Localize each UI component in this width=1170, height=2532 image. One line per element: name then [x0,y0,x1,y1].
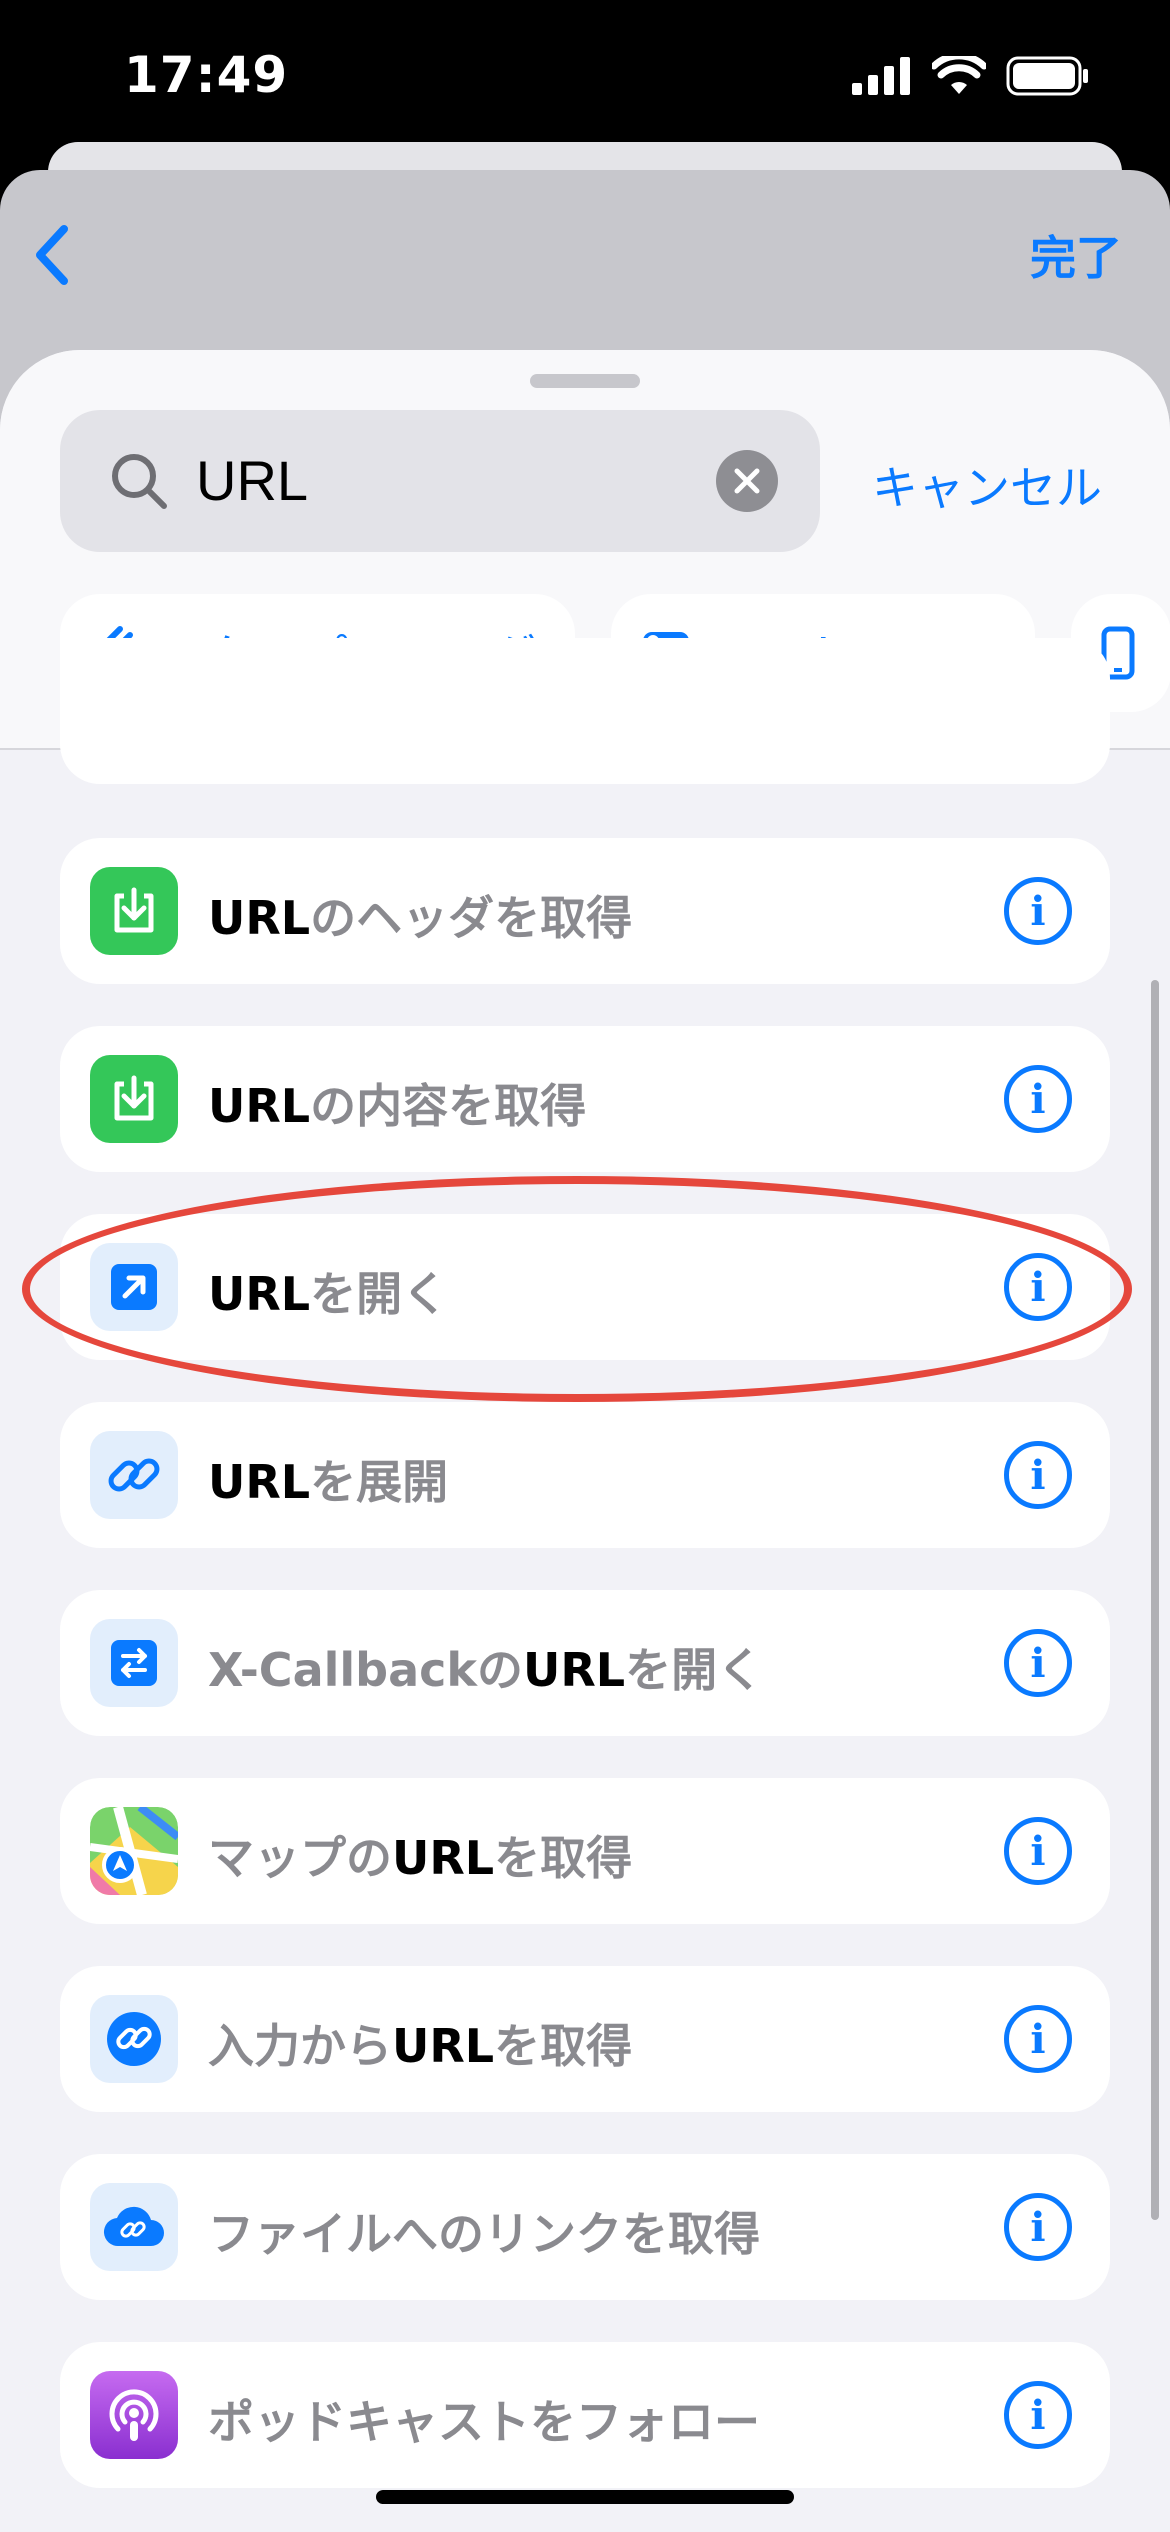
sheet-grabber[interactable] [530,374,640,388]
info-button[interactable]: i [1004,1817,1072,1885]
battery-icon [1006,56,1088,96]
search-bar[interactable] [60,410,820,552]
info-icon: i [1030,2391,1046,2439]
cancel-button[interactable]: キャンセル [872,452,1102,518]
row-icon [90,1995,178,2083]
list-item[interactable]: ポッドキャストをフォロー i [60,2342,1110,2488]
info-icon: i [1030,2015,1046,2063]
list-item[interactable]: ファイルへのリンクを取得 i [60,2154,1110,2300]
search-icon [112,454,167,509]
row-label: ファイルへのリンクを取得 [208,2207,760,2261]
row-icon [90,2183,178,2271]
list-item[interactable]: URLの内容を取得 i [60,1026,1110,1172]
status-icons [852,56,1090,96]
info-button[interactable]: i [1004,2381,1072,2449]
info-button[interactable]: i [1004,1253,1072,1321]
info-button[interactable]: i [1004,2005,1072,2073]
row-icon [90,867,178,955]
download-icon [114,887,154,933]
row-icon [90,2371,178,2459]
list-item[interactable]: URLを展開 i [60,1402,1110,1548]
download-icon [114,1075,154,1121]
home-indicator[interactable] [376,2490,794,2504]
status-time: 17:49 [124,46,289,104]
list-item-highlighted[interactable]: URLを開く i [60,1214,1110,1360]
info-icon: i [1030,1075,1046,1123]
info-button[interactable]: i [1004,1441,1072,1509]
cellular-signal-icon [852,57,910,95]
status-bar: 17:49 [0,0,1170,150]
info-icon: i [1030,2203,1046,2251]
row-label: 入力からURLを取得 [208,2019,633,2073]
info-icon: i [1030,1451,1046,1499]
row-label: X-CallbackのURLを開く [208,1643,764,1697]
list-item[interactable]: URLのヘッダを取得 i [60,838,1110,984]
row-icon [90,1807,178,1895]
list-item[interactable]: マップのURLを取得 i [60,1778,1110,1924]
row-icon [90,1055,178,1143]
row-label: URLの内容を取得 [208,1079,587,1133]
open-arrow-icon [111,1264,157,1310]
row-label: URLを開く [208,1267,449,1321]
scrollbar[interactable] [1151,980,1159,2220]
row-icon [90,1431,178,1519]
list-item[interactable] [60,638,1110,784]
clear-search-button[interactable] [716,450,778,512]
row-icon [90,1619,178,1707]
done-button[interactable]: 完了 [1030,222,1122,288]
maps-icon [90,1807,178,1895]
info-icon: i [1030,1639,1046,1687]
chevron-left-icon [36,225,68,285]
info-button[interactable]: i [1004,877,1072,945]
row-label: ポッドキャストをフォロー [208,2395,760,2449]
link-circle-icon [107,2012,161,2066]
list-item[interactable]: 入力からURLを取得 i [60,1966,1110,2112]
info-button[interactable]: i [1004,1629,1072,1697]
swap-arrows-icon [111,1640,157,1686]
back-button[interactable] [22,220,82,290]
row-label: マップのURLを取得 [208,1831,633,1885]
search-input[interactable] [196,440,736,520]
info-button[interactable]: i [1004,1065,1072,1133]
row-icon [90,1243,178,1331]
list-item[interactable]: X-CallbackのURLを開く i [60,1590,1110,1736]
info-icon: i [1030,1827,1046,1875]
cloud-link-icon [103,2206,164,2247]
row-label: URLのヘッダを取得 [208,891,633,945]
podcasts-icon [109,2389,159,2441]
wifi-icon [932,56,986,94]
close-icon [734,468,760,494]
info-icon: i [1030,1263,1046,1311]
row-label: URLを展開 [208,1455,449,1509]
results-list: URLのヘッダを取得 i URLの内容を取得 i URLを開く i URLを展開… [60,638,1110,2532]
info-icon: i [1030,887,1046,935]
info-button[interactable]: i [1004,2193,1072,2261]
link-icon [108,1458,160,1492]
